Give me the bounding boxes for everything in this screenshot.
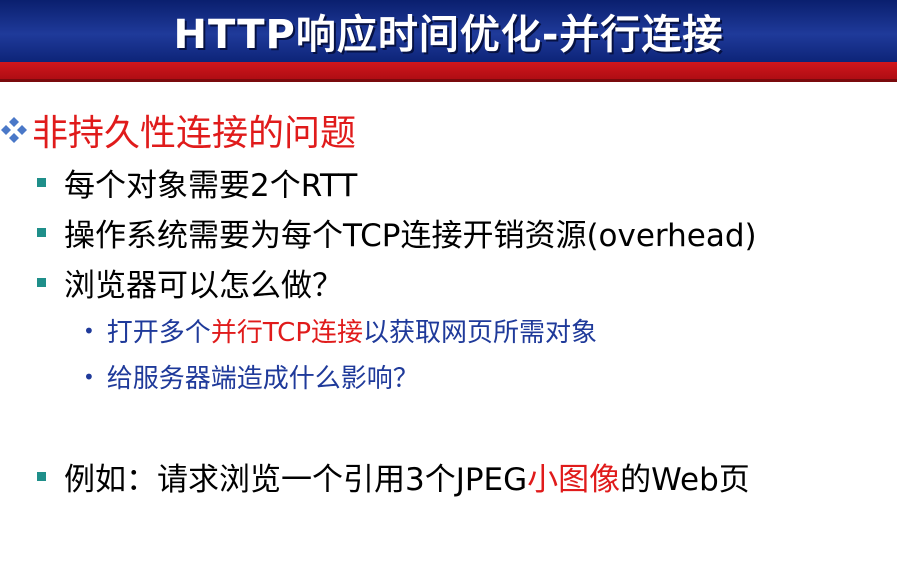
slide-title: HTTP响应时间优化-并行连接 xyxy=(173,12,724,58)
bullet-text: 浏览器可以怎么做？ xyxy=(64,268,343,304)
example-text: 例如：请求浏览一个引用3个JPEG小图像的Web页 xyxy=(64,454,750,499)
example-text-part: 的Web页 xyxy=(620,462,750,498)
section-heading: 非持久性连接的问题 xyxy=(32,113,357,154)
dot-bullet-icon: • xyxy=(83,364,95,389)
sub-bullet-text: 给服务器端造成什么影响？ xyxy=(106,364,419,394)
bullet-item: 操作系统需要为每个TCP连接开销资源(overhead) xyxy=(37,210,757,255)
example-highlight: 小图像 xyxy=(527,462,621,498)
square-bullet-icon xyxy=(37,178,46,187)
bullet-item: 浏览器可以怎么做？ xyxy=(37,260,343,305)
bullet-text: 每个对象需要2个RTT xyxy=(64,168,358,204)
example-bullet-item: 例如：请求浏览一个引用3个JPEG小图像的Web页 xyxy=(37,454,750,499)
sub-bullet-item: • 给服务器端造成什么影响？ xyxy=(83,358,419,395)
sub-bullet-text-part: 以获取网页所需对象 xyxy=(363,318,598,348)
example-text-part: 例如：请求浏览一个引用3个JPEG xyxy=(64,462,528,498)
sub-bullet-highlight: 并行TCP连接 xyxy=(210,318,364,348)
dot-bullet-icon: • xyxy=(83,318,95,343)
square-bullet-icon xyxy=(37,472,46,481)
bullet-text: 操作系统需要为每个TCP连接开销资源(overhead) xyxy=(64,218,757,254)
bullet-item: 每个对象需要2个RTT xyxy=(37,160,357,205)
slide-content: 非持久性连接的问题 每个对象需要2个RTT 操作系统需要为每个TCP连接开销资源… xyxy=(0,82,897,578)
sub-bullet-item: • 打开多个并行TCP连接以获取网页所需对象 xyxy=(83,312,597,349)
square-bullet-icon xyxy=(37,278,46,287)
diamond-cluster-bullet-icon xyxy=(1,117,27,143)
square-bullet-icon xyxy=(37,228,46,237)
sub-bullet-text-part: 打开多个 xyxy=(106,318,211,348)
section-heading-row: 非持久性连接的问题 xyxy=(0,104,356,156)
sub-bullet-text: 打开多个并行TCP连接以获取网页所需对象 xyxy=(107,312,597,349)
header-stripe xyxy=(0,62,897,82)
slide-header: HTTP响应时间优化-并行连接 xyxy=(0,0,897,62)
